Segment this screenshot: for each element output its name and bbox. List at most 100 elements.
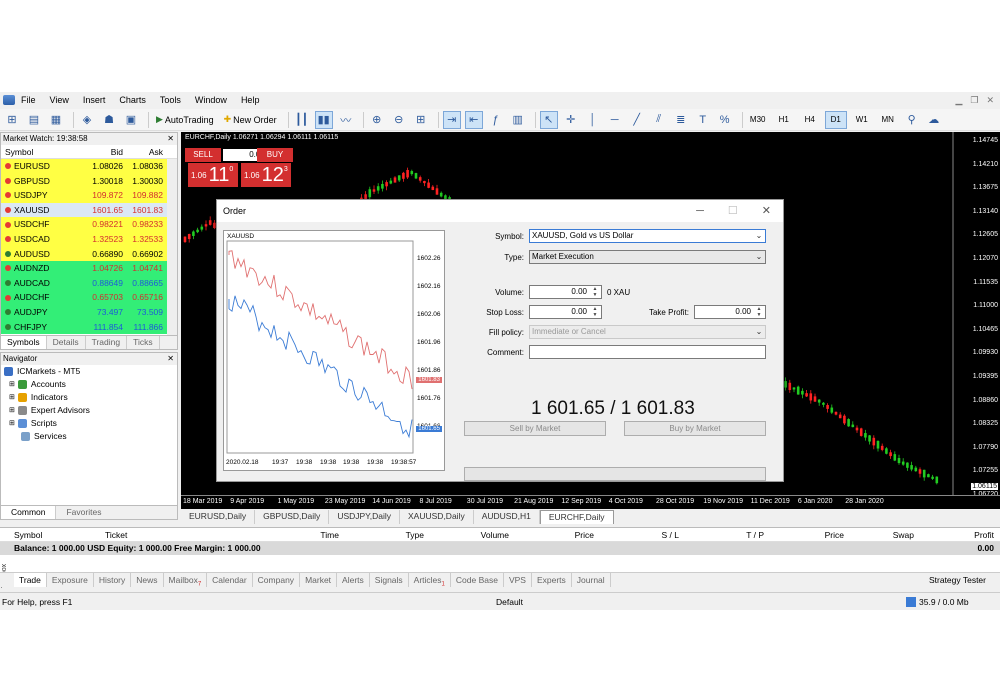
market-watch-row[interactable]: GBPUSD 1.30018 1.30030: [1, 173, 177, 189]
menu-file[interactable]: File: [21, 95, 36, 105]
chart-tab[interactable]: EURUSD,Daily: [181, 510, 256, 524]
trade-column-header[interactable]: Swap: [850, 528, 920, 541]
timeframe-h4[interactable]: H4: [799, 111, 821, 129]
zoom-out-icon[interactable]: ⊖: [390, 111, 408, 129]
market-watch-row[interactable]: USDCHF 0.98221 0.98233: [1, 217, 177, 232]
candlestick-icon[interactable]: ▮▮: [314, 110, 333, 129]
navigator-item-scripts[interactable]: ⊞ Scripts: [1, 417, 177, 430]
spinner-icon[interactable]: ▲ ▼: [590, 286, 600, 298]
comment-input[interactable]: [529, 345, 766, 359]
tile-windows-icon[interactable]: ⊞: [412, 111, 430, 129]
minimize-icon[interactable]: ▁: [955, 95, 962, 106]
chart-shift-icon[interactable]: ⇤: [464, 110, 483, 129]
timeframe-h1[interactable]: H1: [773, 111, 795, 129]
trade-column-header[interactable]: Time: [225, 528, 345, 541]
market-watch-row[interactable]: AUDUSD 0.66890 0.66902: [1, 246, 177, 262]
timeframe-d1[interactable]: D1: [824, 110, 847, 129]
toolbox-tab[interactable]: Alerts: [337, 573, 370, 587]
vertical-line-icon[interactable]: │: [584, 111, 602, 129]
trade-column-header[interactable]: Symbol: [0, 528, 105, 541]
market-watch-row[interactable]: AUDCAD 0.88649 0.88665: [1, 275, 177, 291]
zoom-in-icon[interactable]: ⊕: [368, 111, 386, 129]
col-symbol[interactable]: Symbol: [1, 145, 73, 158]
trade-column-header[interactable]: Ticket: [105, 528, 225, 541]
data-window-icon[interactable]: ◈: [78, 111, 96, 129]
col-ask[interactable]: Ask: [123, 145, 165, 158]
market-watch-row[interactable]: AUDNZD 1.04726 1.04741: [1, 261, 177, 276]
maximize-icon[interactable]: ☐: [728, 200, 738, 222]
toolbox-tab[interactable]: Signals: [370, 573, 409, 587]
one-click-sell-button[interactable]: SELL: [185, 148, 221, 162]
bar-chart-icon[interactable]: ┃┃: [293, 111, 311, 129]
toolbox-tab[interactable]: VPS: [504, 573, 532, 587]
market-watch-scrollbar[interactable]: [167, 159, 177, 335]
spinner-icon[interactable]: ▲ ▼: [754, 306, 764, 318]
type-select[interactable]: Market Execution ⌄: [529, 250, 766, 264]
search-icon[interactable]: ⚲: [903, 111, 921, 129]
toolbox-tab[interactable]: News: [131, 573, 164, 587]
trade-column-header[interactable]: Type: [345, 528, 430, 541]
toolbox-tab[interactable]: Code Base: [451, 573, 504, 587]
trade-column-header[interactable]: T / P: [685, 528, 770, 541]
line-chart-icon[interactable]: 〰: [337, 111, 355, 129]
col-bid[interactable]: Bid: [73, 145, 123, 158]
market-watch-row[interactable]: USDCAD 1.32523 1.32533: [1, 231, 177, 247]
fill-policy-select[interactable]: Immediate or Cancel ⌄: [529, 325, 766, 339]
tab-trading[interactable]: Trading: [86, 336, 128, 349]
one-click-buy-button[interactable]: BUY: [257, 148, 293, 162]
timeframe-w1[interactable]: W1: [851, 111, 873, 129]
minimize-icon[interactable]: ─: [696, 200, 704, 222]
strategy-tester-tab[interactable]: Strategy Tester: [924, 573, 1000, 587]
trendline-icon[interactable]: ╱: [628, 111, 646, 129]
navigator-item-indicators[interactable]: ⊞ Indicators: [1, 391, 177, 404]
symbol-select[interactable]: XAUUSD, Gold vs US Dollar ⌄: [529, 229, 766, 243]
menu-charts[interactable]: Charts: [119, 95, 146, 105]
trade-column-header[interactable]: Volume: [430, 528, 515, 541]
chart-tab[interactable]: XAUUSD,Daily: [400, 510, 474, 524]
toolbox-tab[interactable]: Company: [253, 573, 301, 587]
chat-icon[interactable]: ☁: [925, 111, 943, 129]
indicators-icon[interactable]: ƒ: [487, 111, 505, 129]
toolbox-tab[interactable]: Market: [300, 573, 338, 587]
market-watch-icon[interactable]: ▦: [47, 111, 65, 129]
volume-input[interactable]: 0.00 ▲ ▼: [529, 285, 602, 299]
shapes-icon[interactable]: %: [716, 111, 734, 129]
buy-by-market-button[interactable]: Buy by Market: [624, 421, 766, 436]
new-chart-icon[interactable]: ⊞: [3, 111, 21, 129]
fibonacci-icon[interactable]: ≣: [672, 111, 690, 129]
navigator-icon[interactable]: ☗: [100, 111, 118, 129]
autoscroll-icon[interactable]: ⇥: [442, 110, 461, 129]
horizontal-line-icon[interactable]: ─: [606, 111, 624, 129]
menu-window[interactable]: Window: [195, 95, 227, 105]
tab-common[interactable]: Common: [1, 506, 57, 519]
channel-icon[interactable]: ⫽: [650, 111, 668, 129]
autotrading-button[interactable]: ▶ AutoTrading: [153, 111, 217, 129]
toolbox-tab[interactable]: Articles1: [409, 573, 451, 588]
toolbox-tab[interactable]: Experts: [532, 573, 572, 587]
new-order-button[interactable]: ✚ New Order: [221, 111, 280, 129]
tab-details[interactable]: Details: [47, 336, 86, 349]
trade-column-header[interactable]: S / L: [600, 528, 685, 541]
market-watch-row[interactable]: AUDCHF 0.65703 0.65716: [1, 290, 177, 305]
navigator-item-expert-advisors[interactable]: ⊞ Expert Advisors: [1, 404, 177, 417]
menu-insert[interactable]: Insert: [83, 95, 106, 105]
market-watch-row[interactable]: EURUSD 1.08026 1.08036: [1, 159, 177, 174]
navigator-root[interactable]: ICMarkets - MT5: [1, 365, 177, 378]
navigator-item-accounts[interactable]: ⊞ Accounts: [1, 378, 177, 391]
spinner-icon[interactable]: ▲ ▼: [590, 306, 600, 318]
toolbox-tab[interactable]: History: [94, 573, 132, 587]
toolbox-tab[interactable]: Journal: [572, 573, 611, 587]
market-watch-row[interactable]: XAUUSD 1601.65 1601.83: [1, 202, 177, 218]
text-icon[interactable]: T: [694, 111, 712, 129]
profiles-icon[interactable]: ▤: [25, 111, 43, 129]
market-watch-row[interactable]: AUDJPY 73.497 73.509: [1, 304, 177, 320]
restore-icon[interactable]: ❐: [970, 95, 978, 106]
timeframe-m30[interactable]: M30: [747, 111, 769, 129]
chart-tab[interactable]: USDJPY,Daily: [329, 510, 401, 524]
toolbox-icon[interactable]: ▣: [122, 111, 140, 129]
navigator-item-services[interactable]: Services: [1, 430, 177, 443]
toolbox-tab[interactable]: Exposure: [47, 573, 94, 587]
menu-tools[interactable]: Tools: [160, 95, 181, 105]
take-profit-input[interactable]: 0.00 ▲ ▼: [694, 305, 766, 319]
chart-tab[interactable]: GBPUSD,Daily: [255, 510, 330, 524]
